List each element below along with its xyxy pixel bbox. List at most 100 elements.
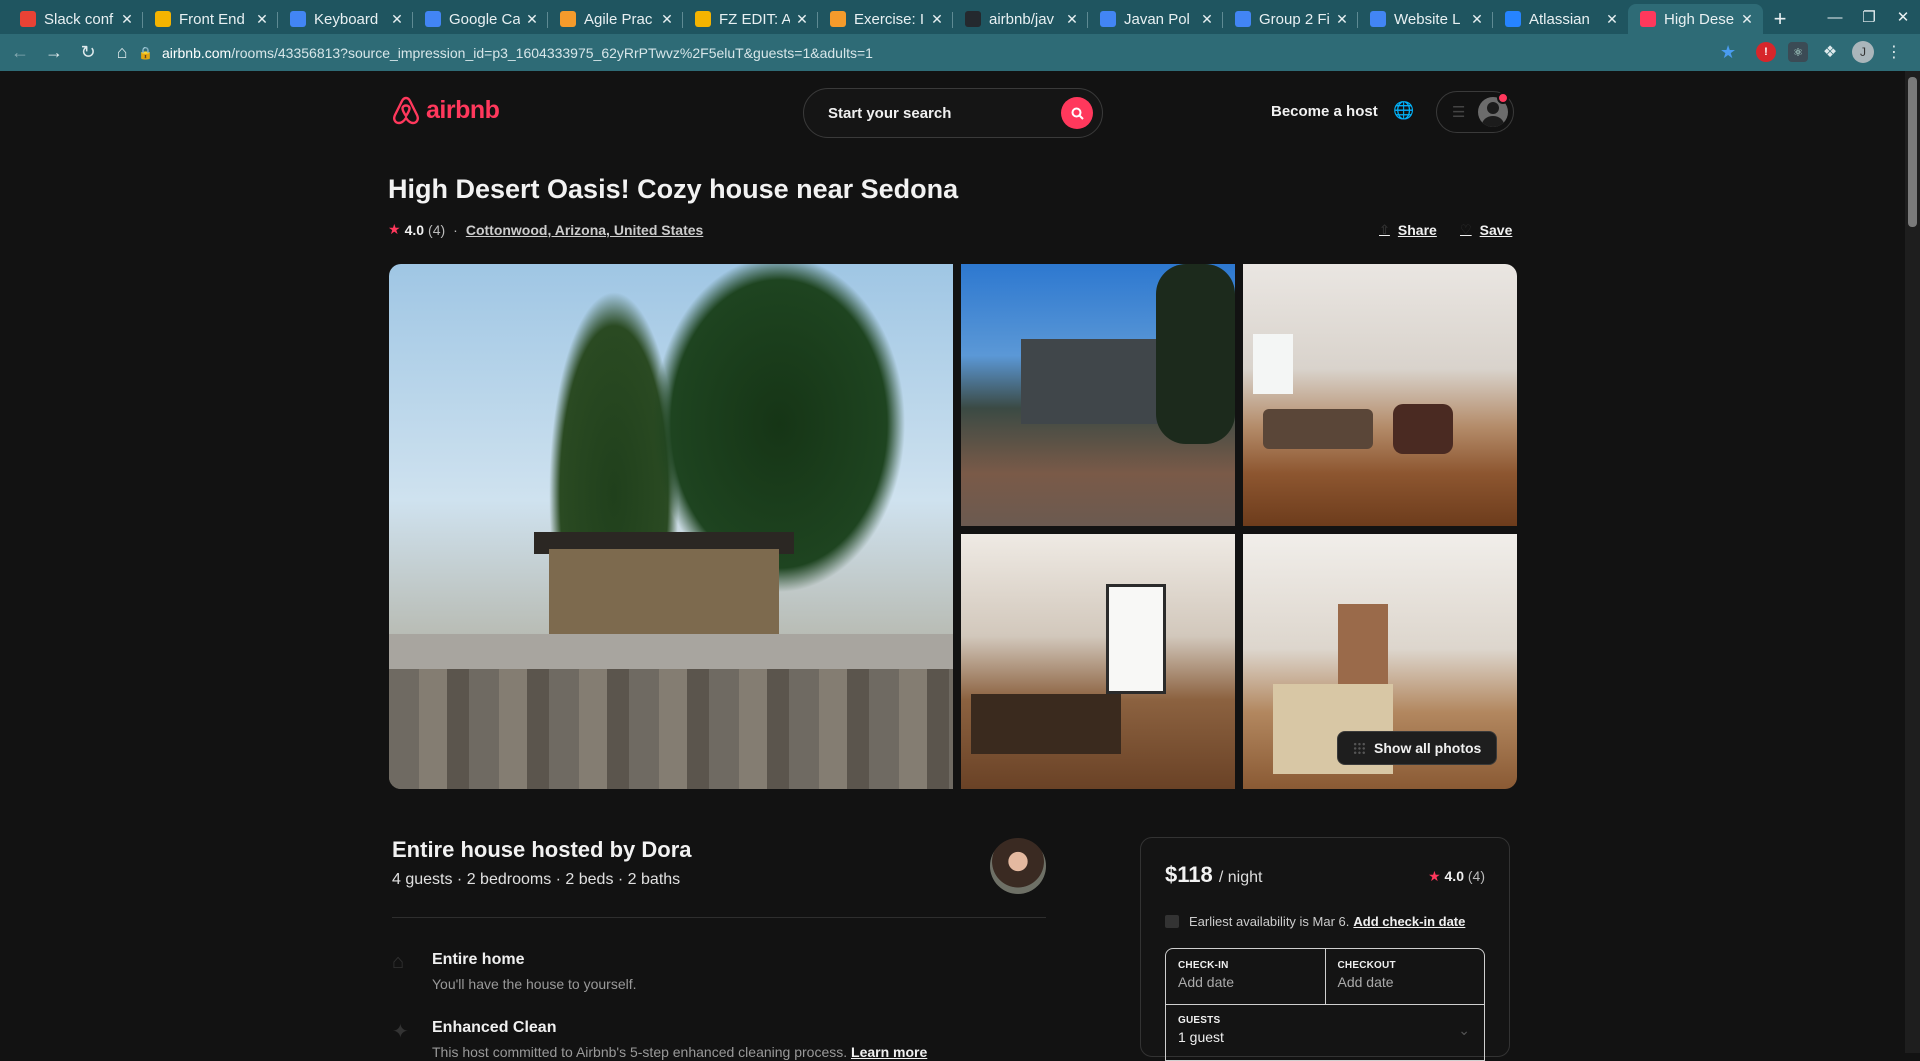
forward-icon[interactable]: → — [37, 38, 71, 68]
share-icon: ⇧ — [1379, 222, 1390, 237]
airbnb-icon — [1640, 11, 1656, 27]
browser-tab[interactable]: Agile Prac ✕ — [548, 4, 683, 34]
extension-red-icon[interactable]: ! — [1756, 42, 1776, 62]
kajabi-icon — [830, 11, 846, 27]
browser-tab[interactable]: Front End ✕ — [143, 4, 278, 34]
booking-rating[interactable]: ★ 4.0 (4) — [1428, 868, 1485, 885]
hosted-by-heading: Entire house hosted by Dora — [392, 837, 692, 862]
browser-tab[interactable]: Exercise: I ✕ — [818, 4, 953, 34]
tab-strip: Slack conf ✕ Front End ✕ Keyboard ✕ Google Ca ✕… — [0, 0, 1920, 34]
checkout-field[interactable]: CHECKOUT Add date — [1324, 949, 1485, 1004]
tab-close-icon[interactable]: ✕ — [929, 11, 945, 28]
docs-icon — [1235, 11, 1251, 27]
tab-close-icon[interactable]: ✕ — [524, 11, 540, 28]
extensions: ! ⚛ ❖ J ⋮ — [1756, 41, 1902, 63]
restore-icon[interactable]: ❐ — [1852, 0, 1886, 34]
share-label: Share — [1397, 222, 1437, 238]
search-icon — [1071, 107, 1084, 120]
tab-close-icon[interactable]: ✕ — [254, 11, 270, 28]
tab-close-icon[interactable]: ✕ — [1469, 11, 1485, 28]
search-bar[interactable]: Start your search — [803, 88, 1103, 138]
feature-entire-home: ⌂ Entire home You'll have the house to y… — [392, 951, 637, 992]
star-icon: ★ — [1428, 868, 1441, 884]
browser-tab[interactable]: airbnb/jav ✕ — [953, 4, 1088, 34]
checkin-field[interactable]: CHECK-IN Add date — [1166, 949, 1325, 1004]
tab-close-icon[interactable]: ✕ — [794, 11, 810, 28]
search-button[interactable] — [1061, 97, 1093, 129]
tab-close-icon[interactable]: ✕ — [389, 11, 405, 28]
browser-tab[interactable]: Keyboard ✕ — [278, 4, 413, 34]
host-avatar[interactable] — [990, 838, 1046, 894]
page-scrollbar[interactable] — [1905, 71, 1920, 1053]
tab-title: Keyboard — [314, 10, 379, 28]
save-button[interactable]: ♡ Save — [1460, 222, 1512, 238]
browser-tab[interactable]: Website L ✕ — [1358, 4, 1493, 34]
feature-title: Entire home — [432, 951, 525, 968]
learn-more-link[interactable]: Learn more — [851, 1044, 927, 1060]
availability-notice: Earliest availability is Mar 6. Add chec… — [1165, 914, 1465, 929]
photo-exterior[interactable] — [961, 264, 1235, 526]
home-icon[interactable]: ⌂ — [105, 38, 139, 68]
profile-avatar[interactable]: J — [1852, 41, 1874, 63]
airbnb-logo[interactable]: airbnb — [392, 95, 500, 125]
tab-close-icon[interactable]: ✕ — [1604, 11, 1620, 28]
browser-tab[interactable]: Group 2 Fi ✕ — [1223, 4, 1358, 34]
tab-close-icon[interactable]: ✕ — [1064, 11, 1080, 28]
tab-close-icon[interactable]: ✕ — [659, 11, 675, 28]
photo-main[interactable] — [389, 264, 953, 789]
address-bar[interactable]: 🔒 airbnb.com/rooms/43356813?source_impre… — [138, 38, 1728, 67]
review-count[interactable]: (4) — [428, 222, 445, 238]
photo-living-room[interactable] — [1243, 264, 1517, 526]
gmail-icon — [20, 11, 36, 27]
page-content: airbnb Start your search Become a host 🌐… — [0, 71, 1905, 1061]
location-link[interactable]: Cottonwood, Arizona, United States — [466, 222, 703, 238]
minimize-icon[interactable]: — — [1818, 0, 1852, 34]
become-host-link[interactable]: Become a host — [1271, 103, 1378, 120]
extension-react-icon[interactable]: ⚛ — [1788, 42, 1808, 62]
globe-icon[interactable]: 🌐 — [1393, 101, 1414, 121]
add-checkin-date-link[interactable]: Add check-in date — [1353, 914, 1465, 929]
browser-tab[interactable]: Google Ca ✕ — [413, 4, 548, 34]
browser-tab[interactable]: Javan Pol ✕ — [1088, 4, 1223, 34]
guests-field[interactable]: GUESTS 1 guest ⌄ — [1165, 1004, 1485, 1061]
show-all-photos-label: Show all photos — [1374, 740, 1482, 756]
back-icon[interactable]: ← — [3, 38, 37, 68]
tab-title: Atlassian — [1529, 10, 1590, 28]
tab-title: Agile Prac — [584, 10, 653, 28]
tab-title: Javan Pol — [1124, 10, 1190, 28]
share-button[interactable]: ⇧ Share — [1379, 222, 1437, 238]
chevron-down-icon: ⌄ — [1458, 1022, 1470, 1038]
show-all-photos-button[interactable]: Show all photos — [1337, 731, 1498, 765]
tab-title: FZ EDIT: A — [719, 10, 790, 28]
tab-title: High Dese — [1664, 10, 1735, 28]
notification-dot — [1497, 92, 1509, 104]
tab-close-icon[interactable]: ✕ — [1199, 11, 1215, 28]
feature-enhanced-clean: ✦ Enhanced Clean This host committed to … — [392, 1019, 927, 1060]
bookmark-star-icon[interactable]: ★ — [1720, 42, 1736, 63]
docs-icon — [1370, 11, 1386, 27]
puzzle-icon[interactable]: ❖ — [1820, 42, 1840, 62]
hamburger-icon: ☰ — [1452, 104, 1466, 121]
docs-icon — [1100, 11, 1116, 27]
kajabi-icon — [560, 11, 576, 27]
browser-tab[interactable]: Atlassian ✕ — [1493, 4, 1628, 34]
photo-dining-room[interactable] — [961, 534, 1235, 789]
scrollbar-thumb[interactable] — [1908, 77, 1917, 227]
slides-icon — [695, 11, 711, 27]
drive-icon — [155, 11, 171, 27]
close-window-icon[interactable]: ✕ — [1886, 0, 1920, 34]
browser-tab[interactable]: High Dese ✕ — [1628, 4, 1763, 34]
kebab-menu-icon[interactable]: ⋮ — [1886, 42, 1902, 62]
new-tab-button[interactable]: + — [1763, 4, 1797, 34]
tab-close-icon[interactable]: ✕ — [1334, 11, 1350, 28]
feature-desc: This host committed to Airbnb's 5-step e… — [432, 1044, 928, 1060]
slides-icon — [425, 11, 441, 27]
tab-close-icon[interactable]: ✕ — [1739, 11, 1755, 28]
browser-tab[interactable]: Slack conf ✕ — [8, 4, 143, 34]
grid-icon — [1353, 741, 1366, 755]
reload-icon[interactable]: ↻ — [71, 38, 105, 68]
docs-icon — [290, 11, 306, 27]
browser-tab[interactable]: FZ EDIT: A ✕ — [683, 4, 818, 34]
calendar-icon — [1165, 915, 1179, 928]
tab-close-icon[interactable]: ✕ — [119, 11, 135, 28]
